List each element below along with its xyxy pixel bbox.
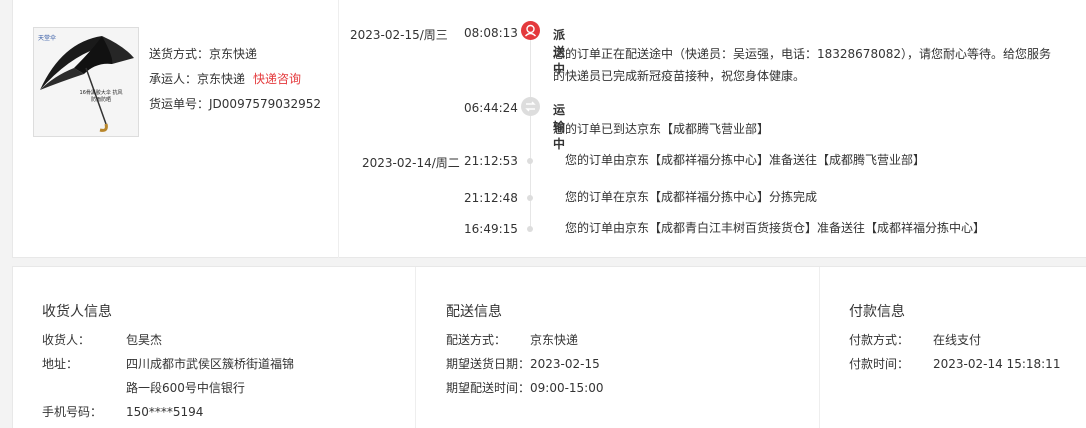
tracking-number: JD0097579032952	[209, 97, 322, 111]
timeline-time: 21:12:53	[464, 154, 518, 168]
courier-consult-link[interactable]: 快递咨询	[253, 72, 301, 86]
receiver-address-row: 地址： 四川成都市武侯区簇桥街道福锦	[42, 353, 294, 375]
payment-method-label: 付款方式：	[849, 333, 910, 347]
payment-time-label: 付款时间：	[849, 357, 910, 371]
timeline-dot	[527, 195, 533, 201]
shipping-method-label: 送货方式：	[149, 47, 210, 61]
timeline-text: 您的订单在京东【成都祥福分拣中心】分拣完成	[565, 190, 818, 204]
carrier-label: 承运人：	[149, 72, 198, 86]
umbrella-icon	[40, 36, 134, 132]
timeline-time: 08:08:13	[464, 26, 518, 40]
delivery-method: 京东快递	[530, 333, 579, 347]
delivery-time: 09:00-15:00	[530, 381, 604, 395]
shipping-method-row: 送货方式：京东快递	[149, 45, 321, 70]
timeline-date: 2023-02-14/周二	[362, 156, 460, 170]
delivery-date-row: 期望送货日期： 2023-02-15	[446, 353, 600, 375]
delivery-section: 配送信息 配送方式： 京东快递 期望送货日期： 2023-02-15 期望配送时…	[415, 267, 819, 428]
transit-icon	[521, 97, 540, 116]
delivery-method-label: 配送方式：	[446, 333, 507, 347]
payment-method: 在线支付	[933, 333, 982, 347]
shipping-info: 送货方式：京东快递 承运人：京东快递 快递咨询 货运单号：JD0097579032…	[149, 45, 321, 120]
receiver-title: 收货人信息	[42, 304, 112, 320]
receiver-name-label: 收货人：	[42, 333, 91, 347]
product-caption: 16骨黑胶大伞 抗风防雨防晒	[79, 90, 123, 103]
receiver-name-row: 收货人： 包昊杰	[42, 329, 162, 351]
delivery-title: 配送信息	[446, 304, 502, 320]
timeline-time: 16:49:15	[464, 222, 518, 236]
receiver-section: 收货人信息 收货人： 包昊杰 地址： 四川成都市武侯区簇桥街道福锦 路一段600…	[13, 267, 415, 428]
receiver-address-line1: 四川成都市武侯区簇桥街道福锦	[126, 357, 295, 371]
divider	[338, 0, 339, 258]
payment-time: 2023-02-14 15:18:11	[933, 357, 1061, 371]
timeline-dot	[527, 226, 533, 232]
receiver-phone-label: 手机号码：	[42, 405, 103, 419]
receiver-phone-row: 手机号码： 150****5194	[42, 401, 203, 423]
shipping-method-value: 京东快递	[209, 47, 258, 61]
timeline-text: 您的订单已到达京东【成都腾飞营业部】	[553, 122, 770, 136]
carrier-row: 承运人：京东快递 快递咨询	[149, 70, 321, 95]
order-info-panel: 收货人信息 收货人： 包昊杰 地址： 四川成都市武侯区簇桥街道福锦 路一段600…	[12, 266, 1086, 428]
carrier-value: 京东快递	[197, 72, 246, 86]
product-image[interactable]: 天堂伞 16骨黑胶大伞 抗风防雨防晒	[33, 27, 139, 137]
delivery-method-row: 配送方式： 京东快递	[446, 329, 578, 351]
receiver-address-row-2: 路一段600号中信银行	[126, 377, 245, 399]
delivery-icon	[521, 21, 540, 40]
delivery-time-row: 期望配送时间： 09:00-15:00	[446, 377, 604, 399]
payment-time-row: 付款时间： 2023-02-14 15:18:11	[849, 353, 1060, 375]
delivery-date: 2023-02-15	[530, 357, 600, 371]
timeline-date: 2023-02-15/周三	[350, 28, 448, 42]
timeline-time: 06:44:24	[464, 101, 518, 115]
tracking-label: 货运单号：	[149, 97, 210, 111]
payment-title: 付款信息	[849, 304, 905, 320]
timeline-text: 您的订单正在配送途中（快递员：吴运强，电话：18328678082），请您耐心等…	[553, 47, 1051, 83]
payment-section: 付款信息 付款方式： 在线支付 付款时间： 2023-02-14 15:18:1…	[819, 267, 1086, 428]
timeline-time: 21:12:48	[464, 191, 518, 205]
receiver-phone: 150****5194	[126, 405, 204, 419]
tracking-row: 货运单号：JD0097579032952	[149, 95, 321, 120]
payment-method-row: 付款方式： 在线支付	[849, 329, 981, 351]
delivery-date-label: 期望送货日期：	[446, 357, 531, 371]
timeline-text: 您的订单由京东【成都祥福分拣中心】准备送往【成都腾飞营业部】	[565, 153, 926, 167]
receiver-name: 包昊杰	[126, 333, 163, 347]
delivery-time-label: 期望配送时间：	[446, 381, 531, 395]
receiver-address-line2: 路一段600号中信银行	[126, 381, 245, 395]
timeline-dot	[527, 158, 533, 164]
receiver-address-label: 地址：	[42, 357, 79, 371]
timeline-text: 您的订单由京东【成都青白江丰树百货接货仓】准备送往【成都祥福分拣中心】	[565, 221, 986, 235]
